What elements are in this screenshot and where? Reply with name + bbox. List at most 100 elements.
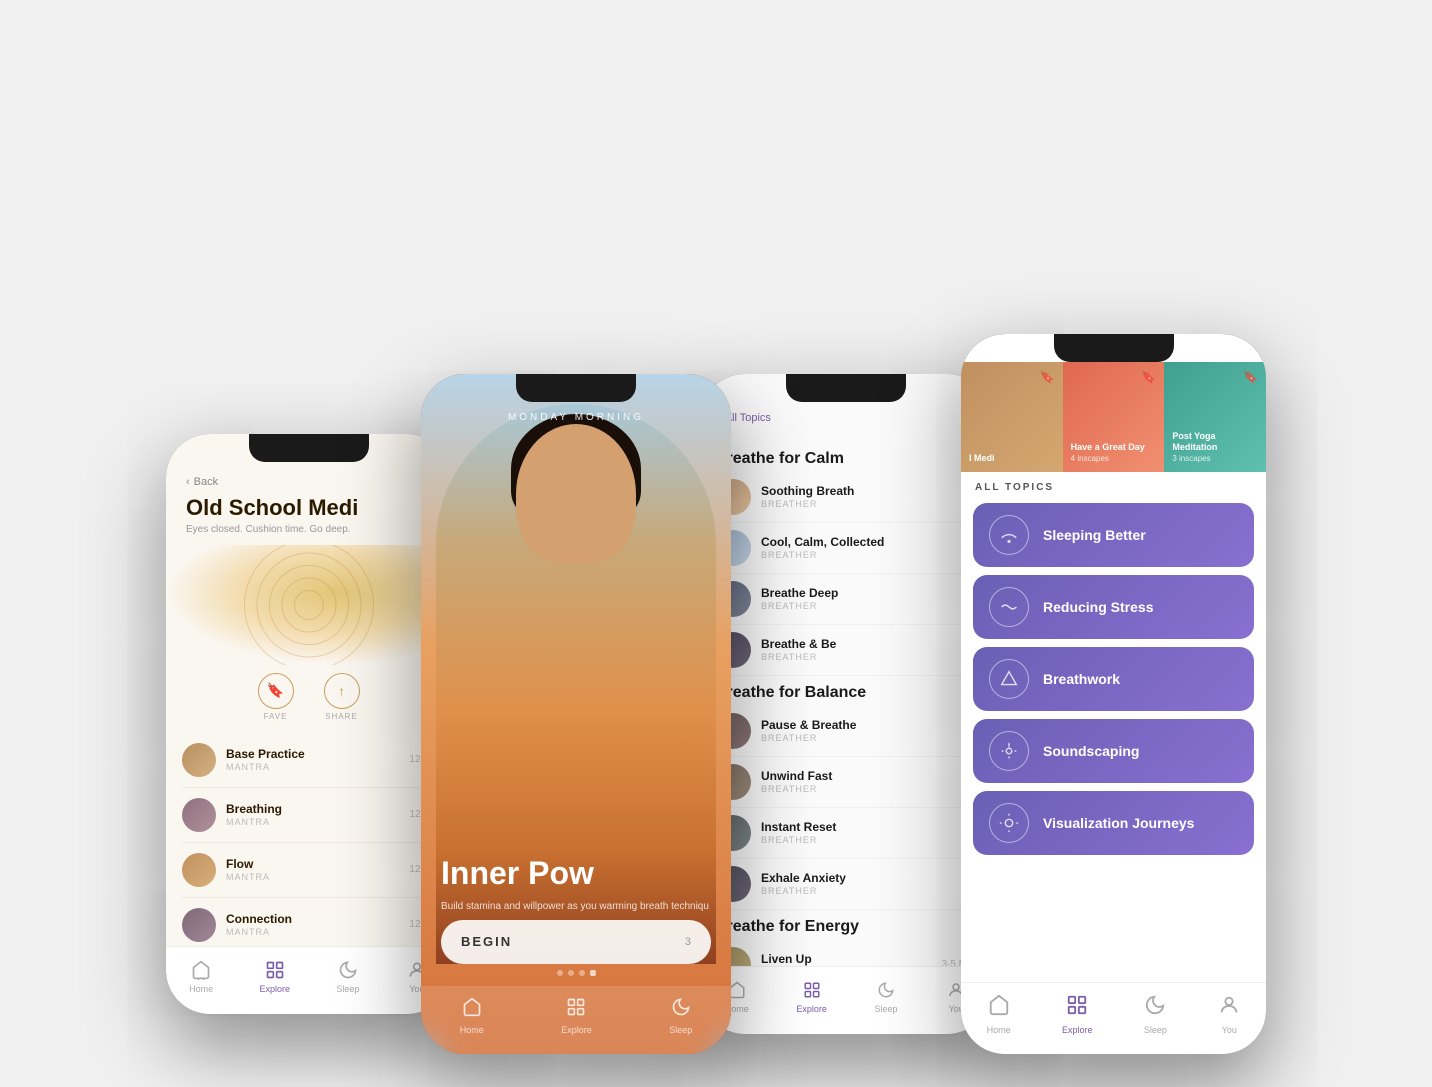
- phone2-notch: [516, 374, 636, 402]
- explore-icon: [566, 997, 586, 1022]
- topic-name: Visualization Journeys: [1043, 815, 1194, 831]
- avatar: [182, 798, 216, 832]
- calm-section: Breathe for Calm Soothing Breath BREATHE…: [701, 450, 991, 676]
- back-button[interactable]: ‹ Back: [186, 476, 431, 488]
- list-item[interactable]: Cool, Calm, Collected BREATHER: [715, 523, 977, 574]
- phone2-screen: MONDAY MORNING Inner Pow Build stamina a…: [421, 374, 731, 1054]
- nav-sleep-label: Sleep: [1144, 1025, 1167, 1035]
- main-title: Inner Pow: [441, 856, 711, 891]
- share-label: SHARE: [325, 712, 358, 721]
- nav-explore[interactable]: Explore: [1062, 994, 1093, 1035]
- topic-name: Breathwork: [1043, 671, 1120, 687]
- list-item[interactable]: Unwind Fast BREATHER: [715, 757, 977, 808]
- item-name: Breathe Deep: [761, 586, 977, 600]
- list-item[interactable]: Flow MANTRA 12-20: [182, 843, 435, 898]
- fave-button[interactable]: 🔖 FAVE: [258, 673, 294, 721]
- list-item[interactable]: Breathe & Be BREATHER: [715, 625, 977, 676]
- phone4-screen: 🔖 l Medi 🔖 Have a Great Day 4 inscapes �: [961, 334, 1266, 1054]
- content-list: Base Practice MANTRA 12-20 Breathing MAN…: [166, 733, 451, 953]
- nav-explore[interactable]: Explore: [260, 959, 291, 994]
- nav-sleep[interactable]: Sleep: [336, 959, 359, 994]
- nav-you[interactable]: You: [1218, 994, 1240, 1035]
- nav-home-label: Home: [460, 1025, 484, 1035]
- avatar: [182, 908, 216, 942]
- topics-list: Sleeping Better Reducing Stress: [961, 497, 1266, 869]
- card-label: l Medi: [969, 453, 1055, 464]
- mandala-rings: [239, 545, 379, 665]
- item-type: MANTRA: [226, 872, 399, 882]
- nav-explore-label: Explore: [1062, 1025, 1093, 1035]
- sleep-icon: [337, 959, 359, 981]
- item-info: Soothing Breath BREATHER: [761, 484, 977, 509]
- breathwork-icon: [989, 659, 1029, 699]
- title-area: Inner Pow Build stamina and willpower as…: [421, 856, 731, 913]
- dot2: [568, 970, 574, 976]
- item-type: BREATHER: [761, 652, 977, 662]
- section-title-calm: Breathe for Calm: [715, 450, 977, 468]
- list-item[interactable]: Base Practice MANTRA 12-20: [182, 733, 435, 788]
- item-info: Connection MANTRA: [226, 912, 399, 937]
- item-name: Unwind Fast: [761, 769, 977, 783]
- list-item[interactable]: Breathe Deep BREATHER: [715, 574, 977, 625]
- list-item[interactable]: Connection MANTRA 12-20: [182, 898, 435, 953]
- card-yoga-meditation[interactable]: 🔖 Post Yoga Meditation 3 inscapes: [1164, 362, 1266, 472]
- card-old-medi[interactable]: 🔖 l Medi: [961, 362, 1063, 472]
- description: Build stamina and willpower as you warmi…: [441, 900, 711, 914]
- topic-sleeping-better[interactable]: Sleeping Better: [973, 503, 1254, 567]
- explore-icon: [264, 959, 286, 981]
- item-name: Instant Reset: [761, 820, 977, 834]
- ring5: [244, 545, 374, 665]
- time-label: MONDAY MORNING: [421, 412, 731, 423]
- nav-explore[interactable]: Explore: [796, 979, 827, 1014]
- list-item[interactable]: Exhale Anxiety BREATHER: [715, 859, 977, 910]
- card-great-day[interactable]: 🔖 Have a Great Day 4 inscapes: [1063, 362, 1165, 472]
- sleep-icon: [671, 997, 691, 1022]
- nav-sleep[interactable]: Sleep: [875, 979, 898, 1014]
- begin-button[interactable]: BEGIN 3: [441, 920, 711, 964]
- item-info: Unwind Fast BREATHER: [761, 769, 977, 794]
- item-name: Liven Up: [761, 952, 931, 966]
- explore-icon: [1066, 994, 1088, 1022]
- dot4: [590, 970, 596, 976]
- item-info: Instant Reset BREATHER: [761, 820, 977, 845]
- nav-home-label: Home: [189, 984, 213, 994]
- list-item[interactable]: Breathing MANTRA 12-20: [182, 788, 435, 843]
- nav-home[interactable]: Home: [987, 994, 1011, 1035]
- balance-section: Breathe for Balance Pause & Breathe BREA…: [701, 684, 991, 910]
- chevron-left-icon: ‹: [186, 476, 190, 488]
- scroll-content[interactable]: Breathe for Calm Soothing Breath BREATHE…: [701, 442, 991, 994]
- section-title-energy: Breathe for Energy: [715, 918, 977, 936]
- topic-breathwork[interactable]: Breathwork: [973, 647, 1254, 711]
- home-icon: [462, 997, 482, 1022]
- list-item[interactable]: Instant Reset BREATHER: [715, 808, 977, 859]
- home-icon: [190, 959, 212, 981]
- item-name: Exhale Anxiety: [761, 871, 977, 885]
- share-button[interactable]: ↑ SHARE: [324, 673, 360, 721]
- bottom-navigation: Home Explore Sleep: [166, 946, 451, 1014]
- topic-reducing-stress[interactable]: Reducing Stress: [973, 575, 1254, 639]
- sleep-icon: [1144, 994, 1166, 1022]
- nav-home[interactable]: Home: [460, 997, 484, 1035]
- nav-sleep[interactable]: Sleep: [1144, 994, 1167, 1035]
- fave-label: FAVE: [264, 712, 288, 721]
- scene: ‹ Back Old School Medi Eyes closed. Cush…: [56, 34, 1376, 1054]
- list-item[interactable]: Soothing Breath BREATHER: [715, 472, 977, 523]
- explore-icon: [801, 979, 823, 1001]
- card-sub: 4 inscapes: [1071, 454, 1109, 463]
- topic-soundscaping[interactable]: Soundscaping: [973, 719, 1254, 783]
- topic-visualization[interactable]: Visualization Journeys: [973, 791, 1254, 855]
- back-button[interactable]: ‹ All Topics: [717, 412, 975, 424]
- nav-explore-label: Explore: [561, 1025, 592, 1035]
- item-name: Base Practice: [226, 747, 399, 761]
- bookmark-icon: 🔖: [1040, 370, 1055, 384]
- nav-home[interactable]: Home: [189, 959, 213, 994]
- nav-explore[interactable]: Explore: [561, 997, 592, 1035]
- sleep-icon: [875, 979, 897, 1001]
- nav-home-label: Home: [987, 1025, 1011, 1035]
- list-item[interactable]: Pause & Breathe BREATHER: [715, 706, 977, 757]
- nav-sleep[interactable]: Sleep: [669, 997, 692, 1035]
- item-type: BREATHER: [761, 886, 977, 896]
- phone3-screen: ‹ All Topics Breathe for Calm Soothing B…: [701, 374, 991, 1034]
- item-info: Base Practice MANTRA: [226, 747, 399, 772]
- visualization-icon: [989, 803, 1029, 843]
